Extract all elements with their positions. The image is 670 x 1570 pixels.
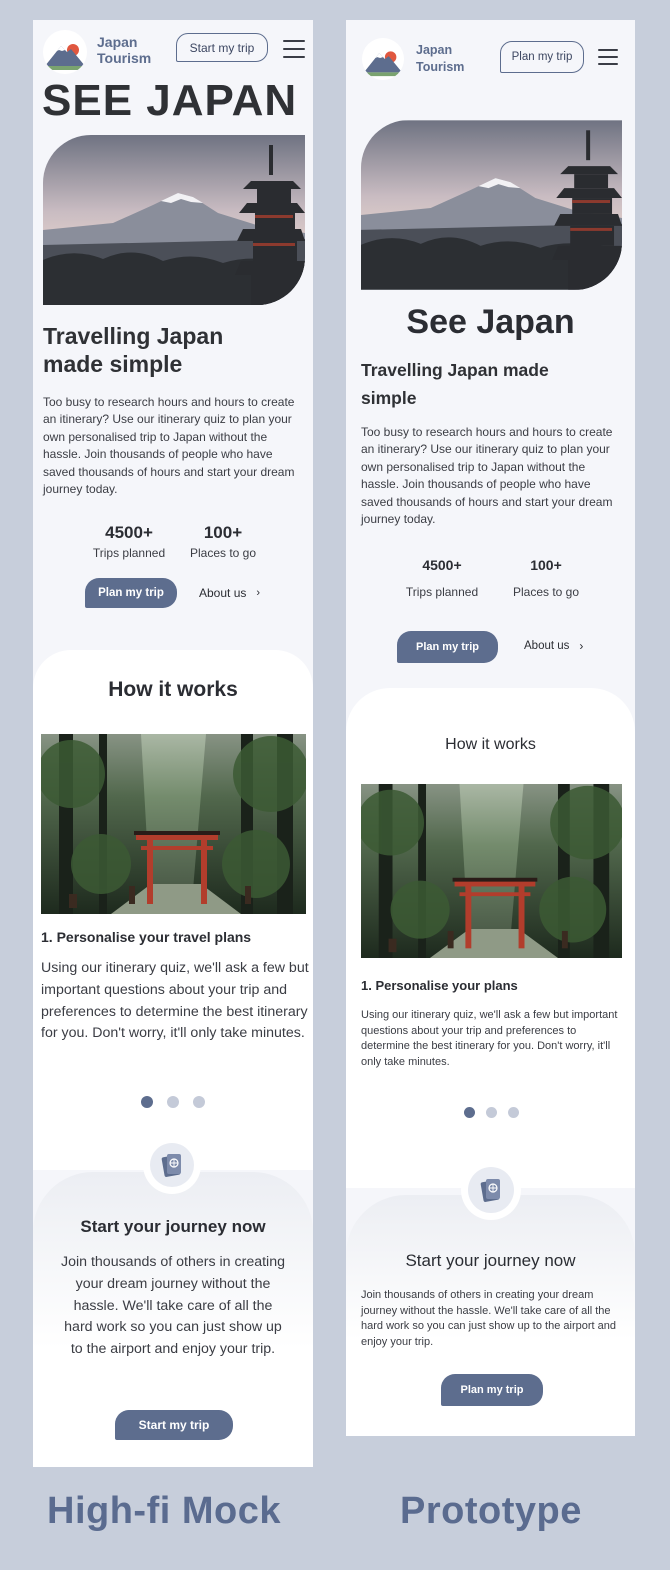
caption-high-fi-mock: High-fi Mock	[47, 1490, 281, 1532]
stat-trips-value: 4500+	[422, 557, 462, 573]
stat-places-value: 100+	[203, 523, 243, 542]
carousel-dot-1[interactable]	[464, 1107, 475, 1118]
about-us-label: About us	[524, 640, 570, 652]
stat-trips-label: Trips planned	[405, 585, 479, 599]
step-title: 1. Personalise your travel plans	[41, 929, 252, 945]
carousel-dot-1[interactable]	[141, 1096, 153, 1108]
header-start-trip-button[interactable]: Start my trip	[176, 33, 268, 62]
passport-badge	[143, 1136, 201, 1194]
hero-headline: See Japan	[406, 303, 575, 341]
brand-name: Japan Tourism	[416, 42, 464, 76]
brand-line-2: Tourism	[97, 50, 152, 67]
carousel-indicator	[464, 1107, 519, 1118]
brand-line-1: Japan	[97, 34, 138, 50]
stat-places-label: Places to go	[189, 546, 257, 560]
subheading-line-2: simple	[361, 388, 417, 408]
passport-icon	[480, 1179, 500, 1202]
how-it-works-title: How it works	[108, 678, 238, 701]
journey-text: Join thousands of others in creating you…	[61, 1254, 285, 1358]
torii-forest-photo	[41, 734, 306, 914]
prototype-screen: Japan Tourism Plan my trip See Japan Tra…	[346, 20, 635, 1436]
subheading: Travelling Japan made simple	[43, 322, 223, 378]
passport-badge	[461, 1160, 521, 1220]
step-title: 1. Personalise your plans	[361, 978, 518, 993]
hamburger-menu-icon[interactable]	[283, 40, 305, 58]
subheading-line-2: made simple	[43, 351, 183, 377]
carousel-dot-3[interactable]	[193, 1096, 205, 1108]
torii-forest-photo	[361, 784, 622, 958]
passport-icon	[161, 1154, 181, 1177]
how-it-works-title: How it works	[445, 736, 536, 753]
stat-places-value: 100+	[530, 557, 562, 573]
subheading-line-1: Travelling Japan made	[361, 360, 549, 380]
about-us-link[interactable]: About us ›	[524, 639, 583, 653]
carousel-dot-2[interactable]	[486, 1107, 497, 1118]
journey-title: Start your journey now	[80, 1217, 266, 1236]
chevron-right-icon: ›	[579, 639, 584, 653]
step-description: Using our itinerary quiz, we'll ask a fe…	[361, 1009, 618, 1068]
brand-line-2: Tourism	[416, 60, 465, 74]
stat-trips-label: Trips planned	[92, 546, 166, 560]
chevron-right-icon: ›	[256, 587, 261, 599]
mount-fuji-logo-icon[interactable]	[362, 38, 404, 80]
about-us-label: About us	[199, 586, 247, 600]
header-plan-trip-button[interactable]: Plan my trip	[500, 41, 584, 73]
hero-image	[43, 135, 305, 305]
carousel-dot-3[interactable]	[508, 1107, 519, 1118]
brand-name: Japan Tourism	[97, 34, 151, 66]
journey-title: Start your journey now	[405, 1251, 576, 1270]
stat-trips-value: 4500+	[105, 523, 153, 542]
step-description: Using our itinerary quiz, we'll ask a fe…	[41, 960, 309, 1042]
journey-text: Join thousands of others in creating you…	[361, 1289, 616, 1348]
caption-prototype: Prototype	[400, 1490, 582, 1532]
mock-screen: Japan Tourism Start my trip SEE JAPAN Tr…	[33, 20, 313, 1467]
hero-image	[361, 120, 622, 290]
intro-paragraph: Too busy to research hours and hours to …	[361, 425, 613, 527]
about-us-link[interactable]: About us ›	[199, 586, 260, 600]
journey-start-trip-button[interactable]: Start my trip	[115, 1410, 233, 1440]
intro-paragraph: Too busy to research hours and hours to …	[43, 395, 295, 497]
carousel-dot-2[interactable]	[167, 1096, 179, 1108]
hero-headline: SEE JAPAN	[42, 76, 298, 125]
brand-line-1: Japan	[416, 43, 453, 57]
mount-fuji-logo-icon[interactable]	[43, 30, 87, 74]
plan-my-trip-button[interactable]: Plan my trip	[397, 631, 498, 663]
subheading: Travelling Japan made simple	[361, 356, 549, 412]
subheading-line-1: Travelling Japan	[43, 323, 224, 349]
hamburger-menu-icon[interactable]	[598, 49, 618, 65]
journey-plan-trip-button[interactable]: Plan my trip	[441, 1374, 543, 1406]
carousel-indicator	[141, 1096, 205, 1108]
stat-places-label: Places to go	[512, 585, 580, 599]
plan-my-trip-button[interactable]: Plan my trip	[85, 578, 177, 608]
